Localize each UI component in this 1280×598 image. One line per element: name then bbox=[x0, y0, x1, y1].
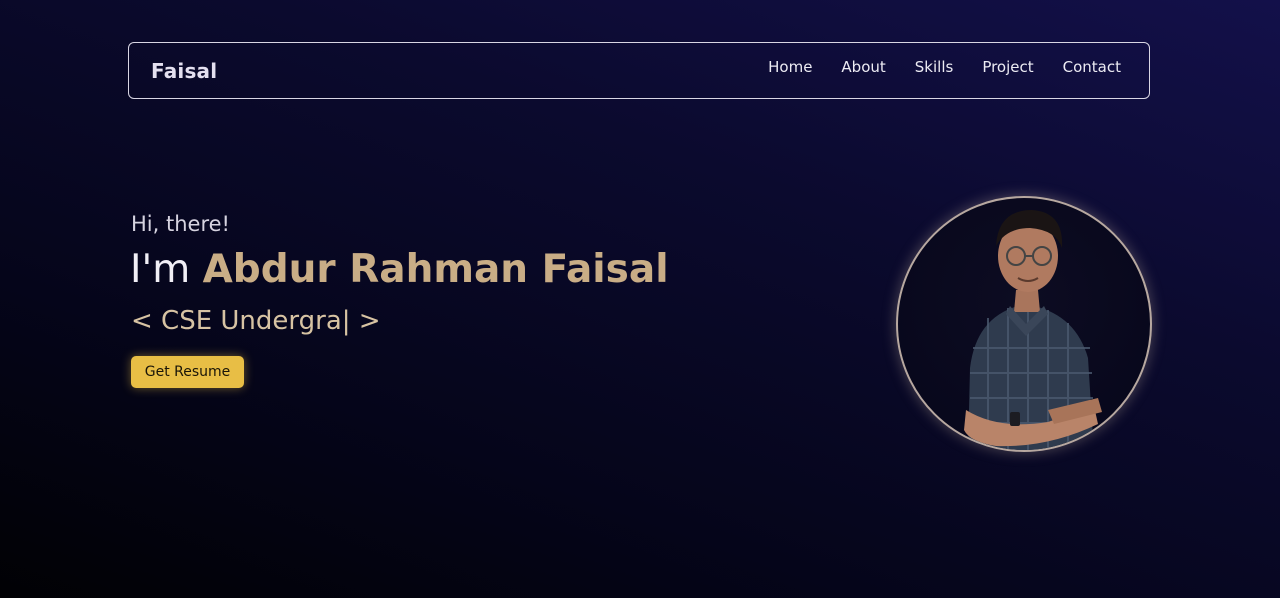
profile-photo-icon bbox=[964, 210, 1102, 450]
hero-greeting: Hi, there! bbox=[131, 212, 230, 236]
brand-logo[interactable]: Faisal bbox=[151, 59, 217, 83]
nav-link-home[interactable]: Home bbox=[768, 58, 812, 76]
hero-intro-prefix: I'm bbox=[130, 247, 191, 292]
hero-title: I'm Abdur Rahman Faisal bbox=[130, 247, 669, 292]
get-resume-button[interactable]: Get Resume bbox=[131, 356, 244, 388]
nav-links: Home About Skills Project Contact bbox=[739, 58, 1121, 76]
hero-name: Abdur Rahman Faisal bbox=[202, 247, 669, 292]
nav-link-about[interactable]: About bbox=[841, 58, 885, 76]
profile-avatar bbox=[896, 196, 1152, 452]
navbar: Faisal Home About Skills Project Contact bbox=[128, 42, 1150, 99]
portfolio-page: Faisal Home About Skills Project Contact… bbox=[0, 0, 1280, 598]
nav-link-project[interactable]: Project bbox=[982, 58, 1033, 76]
nav-link-contact[interactable]: Contact bbox=[1063, 58, 1121, 76]
hero-role-typewriter: < CSE Undergra| > bbox=[131, 306, 381, 336]
nav-link-skills[interactable]: Skills bbox=[915, 58, 954, 76]
